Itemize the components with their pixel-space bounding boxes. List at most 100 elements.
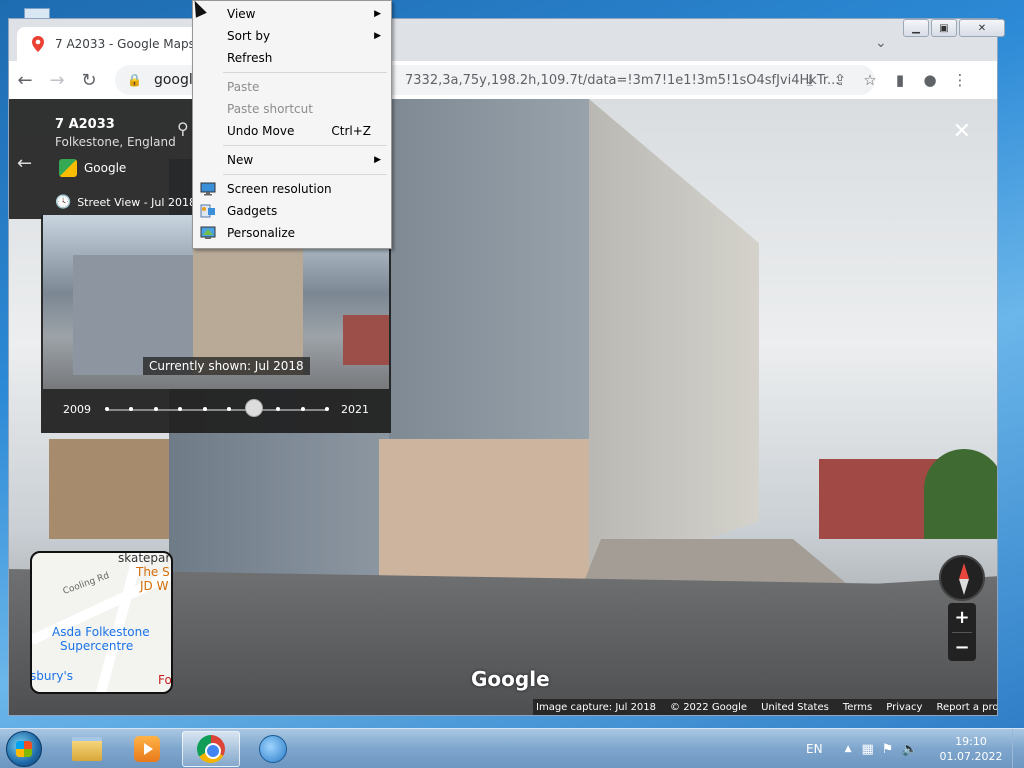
- menu-separator: [223, 145, 387, 146]
- windows-logo-icon: [16, 741, 32, 757]
- scene-trees: [924, 449, 997, 539]
- lock-icon: 🔒: [127, 73, 142, 87]
- back-button[interactable]: ←: [9, 64, 41, 96]
- menu-item-refresh[interactable]: Refresh: [195, 47, 389, 69]
- minimap-label: Asda Folkestone: [52, 625, 150, 639]
- back-arrow-icon[interactable]: ←: [17, 153, 32, 174]
- flag-tray-icon[interactable]: ⚑: [882, 742, 894, 757]
- language-indicator[interactable]: EN: [806, 742, 823, 756]
- menu-item-sort-by[interactable]: Sort by ▶: [195, 25, 389, 47]
- install-icon[interactable]: ⤓: [795, 67, 825, 93]
- scene-building: [819, 459, 939, 539]
- menu-item-new[interactable]: New ▶: [195, 149, 389, 171]
- slider-start-year: 2009: [63, 403, 91, 416]
- menu-icon[interactable]: ⋮: [945, 67, 975, 93]
- window-controls: ▁ ▣ ✕: [903, 19, 1007, 37]
- tab-title: 7 A2033 - Google Maps: [55, 37, 195, 51]
- time-travel-slider[interactable]: 2009 2021: [41, 395, 391, 425]
- maps-pin-icon: [32, 36, 44, 52]
- menu-item-paste: Paste: [227, 80, 260, 94]
- taskbar-network[interactable]: [244, 731, 302, 767]
- slider-track[interactable]: [107, 409, 327, 411]
- place-subtitle: Folkestone, England: [55, 135, 176, 149]
- time-travel-caption: Currently shown: Jul 2018: [143, 357, 310, 375]
- clock[interactable]: 19:10 01.07.2022: [936, 734, 1006, 764]
- toolbar-actions: ⤓ ⇪ ☆ ▮ ● ⋮: [795, 67, 975, 93]
- shortcut-label: Ctrl+Z: [331, 124, 371, 138]
- footer-copyright: © 2022 Google: [670, 701, 748, 713]
- map-footer: Image capture: Jul 2018 © 2022 Google Un…: [533, 699, 997, 715]
- menu-separator: [223, 72, 387, 73]
- taskbar-explorer[interactable]: [58, 731, 116, 767]
- minimap-label: sbury's: [30, 669, 74, 683]
- show-desktop-button[interactable]: [1012, 729, 1024, 768]
- minimap-label: Cooling Rd: [61, 570, 111, 598]
- menu-separator: [223, 174, 387, 175]
- menu-item-undo-move[interactable]: Undo Move Ctrl+Z: [195, 120, 389, 142]
- slider-stop[interactable]: [300, 407, 305, 411]
- network-tray-icon[interactable]: ▦: [861, 742, 873, 757]
- volume-icon[interactable]: 🔈: [901, 742, 917, 757]
- forward-button[interactable]: →: [41, 64, 73, 96]
- browser-window: 7 A2033 - Google Maps ⌄ ▁ ▣ ✕ ← → ↻ 🔒 go…: [8, 18, 1005, 716]
- maximize-button[interactable]: ▣: [931, 19, 957, 37]
- menu-item-gadgets[interactable]: Gadgets: [195, 200, 389, 222]
- media-player-icon: [134, 736, 160, 762]
- minimap-label: JD W: [140, 579, 169, 593]
- personalize-icon: [200, 226, 216, 239]
- slider-knob[interactable]: [244, 399, 263, 417]
- side-panel-icon[interactable]: ▮: [885, 67, 915, 93]
- menu-item-paste-shortcut: Paste shortcut: [227, 102, 313, 116]
- slider-end-year: 2021: [341, 403, 369, 416]
- zoom-in-button[interactable]: +: [948, 603, 976, 632]
- taskbar-media-player[interactable]: [118, 731, 176, 767]
- slider-stop[interactable]: [105, 407, 109, 411]
- footer-privacy[interactable]: Privacy: [886, 702, 922, 713]
- taskbar: EN ▲ ▦ ⚑ 🔈 19:10 01.07.2022: [0, 728, 1024, 768]
- zoom-control: + −: [948, 603, 976, 661]
- slider-stop[interactable]: [325, 407, 329, 411]
- compass-icon[interactable]: [939, 555, 985, 601]
- taskbar-chrome[interactable]: [182, 731, 240, 767]
- slider-stop[interactable]: [202, 407, 207, 411]
- minimap-label: The S: [136, 565, 170, 579]
- close-street-view-icon[interactable]: ✕: [953, 119, 971, 144]
- reload-button[interactable]: ↻: [73, 64, 105, 96]
- close-window-button[interactable]: ✕: [959, 19, 1005, 37]
- start-button[interactable]: [6, 731, 42, 767]
- folder-icon: [72, 737, 102, 761]
- profile-icon[interactable]: ●: [915, 67, 945, 93]
- location-pin-icon[interactable]: ⚲: [177, 119, 189, 138]
- show-hidden-icons-icon[interactable]: ▲: [845, 744, 852, 754]
- submenu-arrow-icon: ▶: [374, 9, 381, 19]
- menu-item-personalize[interactable]: Personalize: [195, 222, 389, 244]
- submenu-arrow-icon: ▶: [374, 31, 381, 41]
- minimize-button[interactable]: ▁: [903, 19, 929, 37]
- street-view[interactable]: ✕ Google ← 7 A2033 Folkestone, England ⚲…: [9, 99, 997, 715]
- submenu-arrow-icon: ▶: [374, 155, 381, 165]
- footer-terms[interactable]: Terms: [843, 702, 872, 713]
- clock-time: 19:10: [955, 735, 987, 748]
- gadgets-icon: [200, 204, 215, 218]
- thumb-building: [193, 235, 303, 375]
- footer-region[interactable]: United States: [761, 702, 829, 713]
- system-tray: EN ▲ ▦ ⚑ 🔈: [806, 729, 926, 768]
- chrome-icon: [197, 735, 225, 763]
- url-tail: 7332,3a,75y,198.2h,109.7t/data=!3m7!1e1!…: [405, 72, 840, 88]
- minimap-label: skatepark, ...: [118, 551, 171, 565]
- chevron-down-icon[interactable]: ⌄: [875, 35, 887, 51]
- minimap-label: Supercentre: [60, 639, 134, 653]
- menu-item-screen-resolution[interactable]: Screen resolution: [195, 178, 389, 200]
- footer-report[interactable]: Report a problem: [936, 702, 997, 713]
- network-globe-icon: [259, 735, 287, 763]
- menu-item-view[interactable]: View ▶: [195, 3, 389, 25]
- thumb-building: [343, 315, 389, 365]
- time-travel-toggle[interactable]: 🕓 Street View - Jul 2018: [55, 195, 196, 210]
- google-watermark: Google: [471, 667, 550, 691]
- slider-stop[interactable]: [153, 407, 158, 411]
- minimap[interactable]: Cooling Rd skatepark, ... The S JD W Asd…: [30, 551, 173, 694]
- share-icon[interactable]: ⇪: [825, 67, 855, 93]
- zoom-out-button[interactable]: −: [948, 633, 976, 662]
- tab-google-maps[interactable]: 7 A2033 - Google Maps: [17, 27, 217, 61]
- star-icon[interactable]: ☆: [855, 67, 885, 93]
